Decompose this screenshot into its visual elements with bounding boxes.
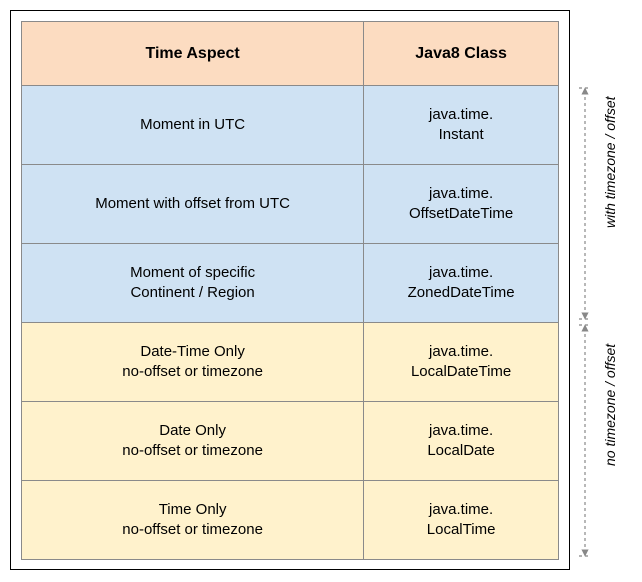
bracket-icon bbox=[575, 322, 595, 559]
cell-text: no-offset or timezone bbox=[26, 362, 359, 382]
table-frame: Time Aspect Java8 Class Moment in UTC ja… bbox=[10, 10, 570, 570]
cell-text: OffsetDateTime bbox=[368, 204, 554, 224]
cell-text: java.time. bbox=[368, 263, 554, 283]
table-row: Date Only no-offset or timezone java.tim… bbox=[22, 402, 559, 481]
cell-text: LocalTime bbox=[368, 520, 554, 540]
cell-text: no-offset or timezone bbox=[26, 441, 359, 461]
cell-text: ZonedDateTime bbox=[368, 283, 554, 303]
table-row: Moment of specific Continent / Region ja… bbox=[22, 244, 559, 323]
table-header-row: Time Aspect Java8 Class bbox=[22, 22, 559, 86]
table-row: Moment with offset from UTC java.time. O… bbox=[22, 165, 559, 244]
cell-text: no-offset or timezone bbox=[26, 520, 359, 540]
cell-aspect: Time Only no-offset or timezone bbox=[22, 481, 364, 560]
cell-text: java.time. bbox=[368, 105, 554, 125]
cell-text: java.time. bbox=[368, 421, 554, 441]
table-row: Date-Time Only no-offset or timezone jav… bbox=[22, 323, 559, 402]
cell-text: Date Only bbox=[26, 421, 359, 441]
cell-text: Continent / Region bbox=[26, 283, 359, 303]
cell-class: java.time. Instant bbox=[364, 86, 559, 165]
cell-class: java.time. LocalTime bbox=[364, 481, 559, 560]
header-java8-class: Java8 Class bbox=[364, 22, 559, 86]
cell-text: java.time. bbox=[368, 342, 554, 362]
cell-text: Instant bbox=[368, 125, 554, 145]
cell-text: Time Only bbox=[26, 500, 359, 520]
cell-text: java.time. bbox=[368, 500, 554, 520]
cell-aspect: Date Only no-offset or timezone bbox=[22, 402, 364, 481]
cell-text: Date-Time Only bbox=[26, 342, 359, 362]
cell-text: java.time. bbox=[368, 184, 554, 204]
cell-text: Moment in UTC bbox=[26, 115, 359, 135]
cell-aspect: Moment of specific Continent / Region bbox=[22, 244, 364, 323]
cell-class: java.time. OffsetDateTime bbox=[364, 165, 559, 244]
cell-text: LocalDate bbox=[368, 441, 554, 461]
bracket-icon bbox=[575, 85, 595, 322]
header-time-aspect: Time Aspect bbox=[22, 22, 364, 86]
cell-aspect: Date-Time Only no-offset or timezone bbox=[22, 323, 364, 402]
annotation-with-timezone: with timezone / offset bbox=[602, 188, 618, 228]
table-row: Time Only no-offset or timezone java.tim… bbox=[22, 481, 559, 560]
cell-aspect: Moment in UTC bbox=[22, 86, 364, 165]
table-row: Moment in UTC java.time. Instant bbox=[22, 86, 559, 165]
cell-class: java.time. LocalDate bbox=[364, 402, 559, 481]
cell-text: LocalDateTime bbox=[368, 362, 554, 382]
annotation-no-timezone: no timezone / offset bbox=[602, 426, 618, 466]
time-class-table: Time Aspect Java8 Class Moment in UTC ja… bbox=[21, 21, 559, 560]
cell-class: java.time. ZonedDateTime bbox=[364, 244, 559, 323]
cell-text: Moment of specific bbox=[26, 263, 359, 283]
cell-class: java.time. LocalDateTime bbox=[364, 323, 559, 402]
cell-aspect: Moment with offset from UTC bbox=[22, 165, 364, 244]
cell-text: Moment with offset from UTC bbox=[26, 194, 359, 214]
